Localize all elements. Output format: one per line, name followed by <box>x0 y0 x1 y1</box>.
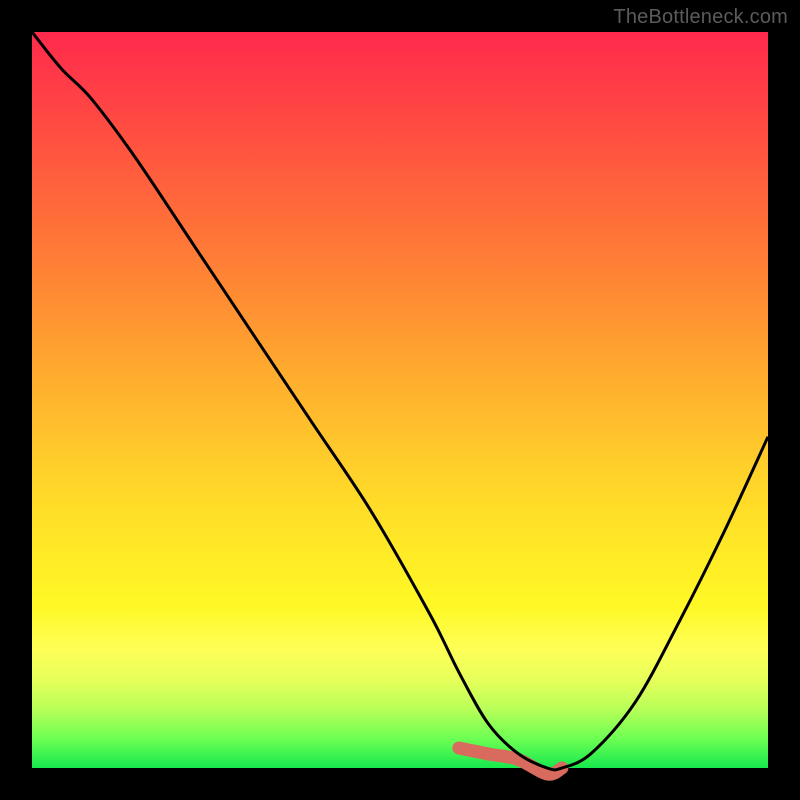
plot-area <box>32 32 768 768</box>
bottleneck-curve <box>32 32 768 770</box>
curve-svg <box>32 32 768 768</box>
bottleneck-highlight <box>459 748 562 774</box>
chart-frame: TheBottleneck.com <box>0 0 800 800</box>
watermark-text: TheBottleneck.com <box>613 6 788 29</box>
